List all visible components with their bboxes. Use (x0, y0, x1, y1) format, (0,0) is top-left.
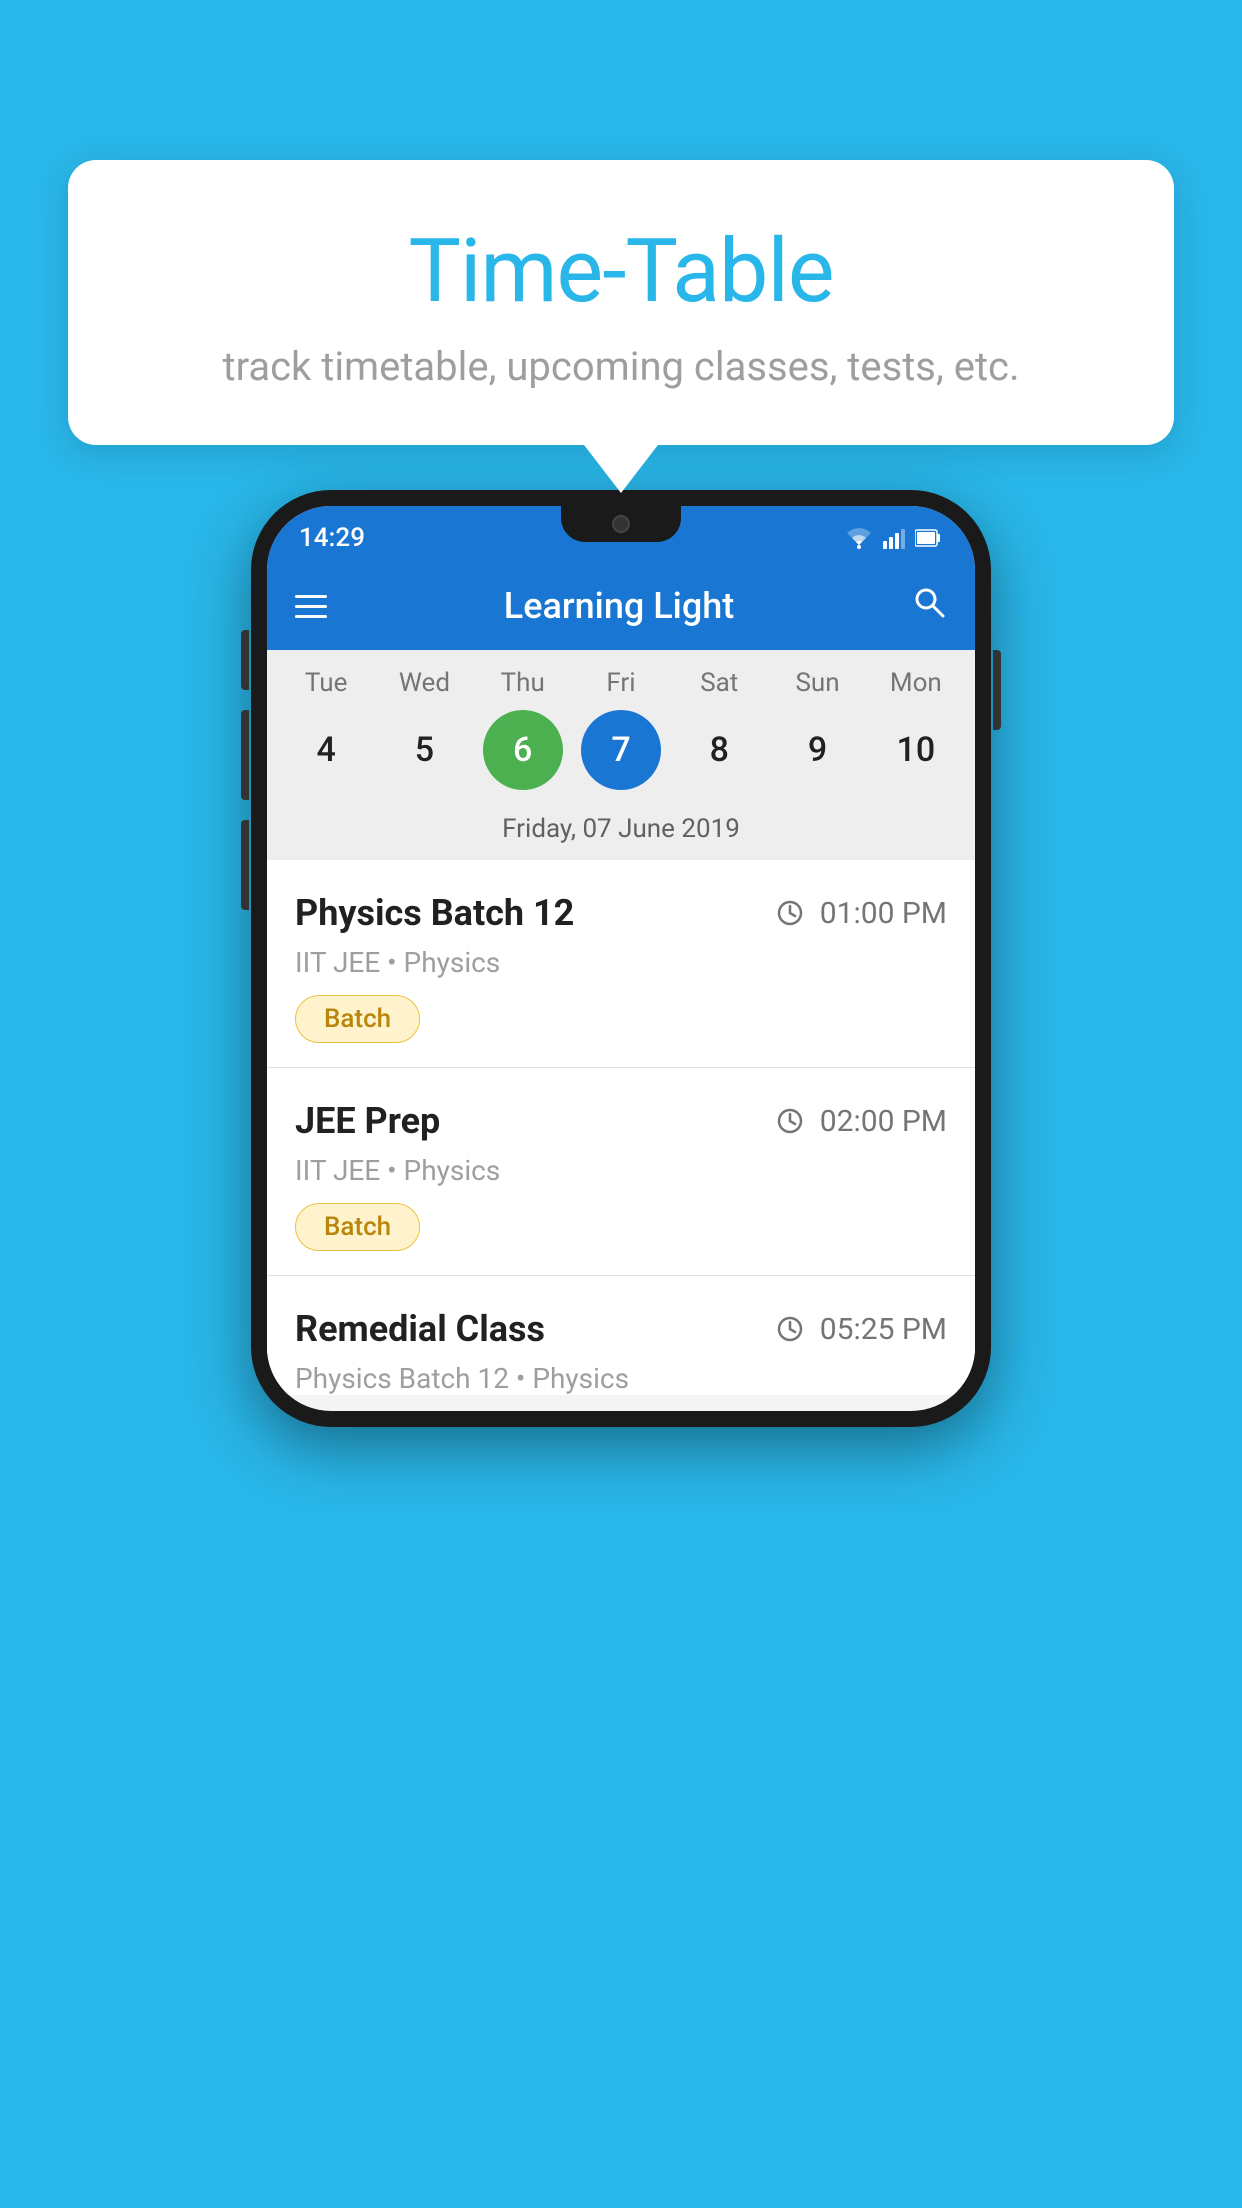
tooltip-subtitle: track timetable, upcoming classes, tests… (128, 343, 1114, 390)
batch-badge-2: Batch (295, 1203, 420, 1251)
schedule-item-2[interactable]: JEE Prep 02:00 PM IIT JEE • Physics Batc… (267, 1068, 975, 1276)
search-button[interactable] (911, 584, 947, 629)
phone-container: 14:29 (251, 490, 991, 1427)
phone-notch (561, 506, 681, 542)
status-icons (845, 527, 943, 549)
signal-icon (883, 527, 905, 549)
app-title: Learning Light (351, 585, 887, 627)
day-8[interactable]: 8 (679, 710, 759, 790)
schedule-item-3-title: Remedial Class (295, 1308, 545, 1350)
schedule-item-2-time: 02:00 PM (776, 1104, 947, 1139)
schedule-item-1-title: Physics Batch 12 (295, 892, 574, 934)
calendar-strip: Tue Wed Thu Fri Sat Sun Mon 4 5 6 7 8 9 … (267, 650, 975, 860)
day-5[interactable]: 5 (384, 710, 464, 790)
schedule-item-3-time: 05:25 PM (776, 1312, 947, 1347)
day-headers: Tue Wed Thu Fri Sat Sun Mon (267, 668, 975, 698)
schedule-item-1-time: 01:00 PM (776, 896, 947, 931)
power-button (993, 650, 1001, 730)
schedule-item-3-subtitle: Physics Batch 12 • Physics (295, 1362, 947, 1395)
phone-frame: 14:29 (251, 490, 991, 1427)
volume-down-button (241, 710, 249, 800)
hamburger-menu-button[interactable] (295, 595, 327, 618)
batch-badge-1: Batch (295, 995, 420, 1043)
schedule-item-1-subtitle: IIT JEE • Physics (295, 946, 947, 979)
day-6-today[interactable]: 6 (483, 710, 563, 790)
schedule-item-2-header: JEE Prep 02:00 PM (295, 1100, 947, 1142)
clock-icon-2 (776, 1107, 804, 1135)
day-header-sat: Sat (679, 668, 759, 698)
day-7-selected[interactable]: 7 (581, 710, 661, 790)
day-9[interactable]: 9 (778, 710, 858, 790)
day-header-sun: Sun (778, 668, 858, 698)
schedule-item-3[interactable]: Remedial Class 05:25 PM Physics Batch 12… (267, 1276, 975, 1395)
status-time: 14:29 (299, 523, 365, 553)
schedule-item-3-header: Remedial Class 05:25 PM (295, 1308, 947, 1350)
schedule-item-1[interactable]: Physics Batch 12 01:00 PM IIT JEE • Phys… (267, 860, 975, 1068)
volume-up-button (241, 630, 249, 690)
silent-button (241, 820, 249, 910)
selected-date-label: Friday, 07 June 2019 (267, 804, 975, 860)
day-header-wed: Wed (384, 668, 464, 698)
battery-icon (915, 528, 943, 548)
day-header-mon: Mon (876, 668, 956, 698)
day-header-tue: Tue (286, 668, 366, 698)
tooltip-title: Time-Table (128, 220, 1114, 323)
day-10[interactable]: 10 (876, 710, 956, 790)
front-camera (612, 515, 630, 533)
clock-icon-3 (776, 1315, 804, 1343)
clock-icon-1 (776, 899, 804, 927)
schedule-item-1-header: Physics Batch 12 01:00 PM (295, 892, 947, 934)
day-header-thu: Thu (483, 668, 563, 698)
phone-screen: 14:29 (267, 506, 975, 1411)
tooltip-card: Time-Table track timetable, upcoming cla… (68, 160, 1174, 445)
schedule-item-2-subtitle: IIT JEE • Physics (295, 1154, 947, 1187)
schedule-item-2-title: JEE Prep (295, 1100, 440, 1142)
app-bar: Learning Light (267, 562, 975, 650)
day-4[interactable]: 4 (286, 710, 366, 790)
day-header-fri: Fri (581, 668, 661, 698)
wifi-icon (845, 527, 873, 549)
day-numbers: 4 5 6 7 8 9 10 (267, 710, 975, 790)
schedule-list: Physics Batch 12 01:00 PM IIT JEE • Phys… (267, 860, 975, 1395)
